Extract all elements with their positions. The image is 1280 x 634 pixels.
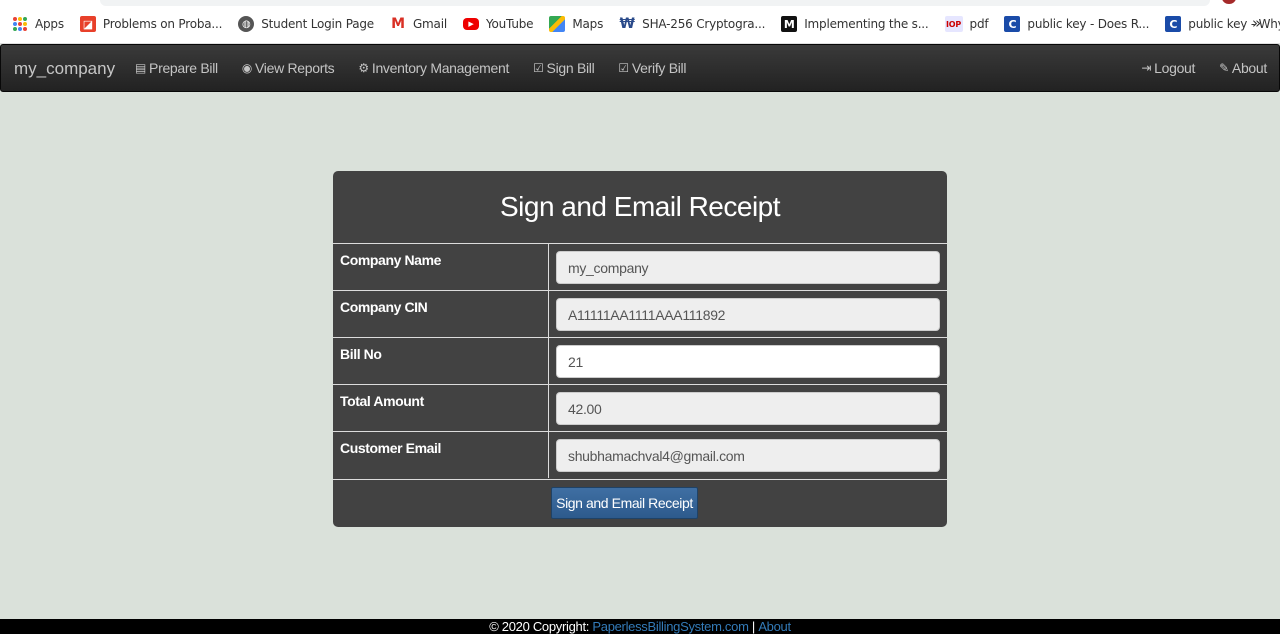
list-icon: ▤ (135, 61, 147, 75)
footer-about-link[interactable]: About (758, 619, 791, 634)
customer-email-label: Customer Email (333, 432, 549, 478)
sha-icon: ₩ (619, 16, 635, 32)
sign-receipt-form: Sign and Email Receipt Company Name my_c… (333, 171, 947, 527)
row-total-amount: Total Amount 42.00 (333, 384, 947, 431)
bookmark-label: Maps (572, 17, 604, 31)
bookmark-label: public key - Why d... (1188, 17, 1280, 31)
sign-and-email-button[interactable]: Sign and Email Receipt (551, 487, 698, 519)
nav-label: Sign Bill (546, 60, 595, 76)
bookmarks-bar: Apps ◪ Problems on Proba... ◍ Student Lo… (0, 0, 1280, 44)
maps-icon (549, 16, 566, 32)
bookmark-sha256[interactable]: ₩ SHA-256 Cryptogra... (619, 16, 766, 32)
bookmark-gmail[interactable]: M Gmail (390, 16, 447, 32)
bookmark-pdf[interactable]: IOP pdf (944, 16, 989, 32)
nav-sign-bill[interactable]: ☑ Sign Bill (521, 60, 606, 76)
nav-label: About (1231, 60, 1267, 76)
footer-separator: | (751, 619, 755, 634)
company-cin-label: Company CIN (333, 291, 549, 337)
bookmark-label: public key - Does R... (1027, 17, 1150, 31)
company-name-label: Company Name (333, 244, 549, 290)
row-company-name: Company Name my_company (333, 243, 947, 290)
row-customer-email: Customer Email shubhamachval4@gmail.com (333, 431, 947, 478)
profile-avatar[interactable] (1222, 0, 1236, 4)
row-company-cin: Company CIN A11111AA1111AAA111892 (333, 290, 947, 337)
problems-icon: ◪ (79, 16, 96, 32)
medium-icon: M (781, 16, 798, 32)
nav-view-reports[interactable]: ◉ View Reports (230, 60, 347, 76)
company-name-field[interactable]: my_company (556, 251, 940, 284)
nav-label: View Reports (254, 60, 335, 76)
bookmark-maps[interactable]: Maps (549, 16, 603, 32)
bookmark-list: Apps ◪ Problems on Proba... ◍ Student Lo… (12, 14, 1280, 34)
bookmark-label: YouTube (485, 17, 534, 31)
bookmark-label: pdf (969, 17, 989, 31)
bookmark-medium[interactable]: M Implementing the s... (781, 16, 929, 32)
nav-label: Prepare Bill (149, 60, 218, 76)
company-cin-field[interactable]: A11111AA1111AAA111892 (556, 298, 940, 331)
nav-logout[interactable]: ⇥ Logout (1129, 60, 1207, 76)
bookmark-public-key-1[interactable]: C public key - Does R... (1004, 16, 1149, 32)
eye-icon: ◉ (241, 61, 252, 75)
bill-no-field[interactable]: 21 (556, 345, 940, 378)
nav-label: Verify Bill (631, 60, 687, 76)
edit-icon: ✎ (1219, 61, 1229, 75)
check-edit-icon: ☑ (533, 61, 544, 75)
bookmark-public-key-2[interactable]: C public key - Why d... (1165, 16, 1280, 32)
bookmark-student-login[interactable]: ◍ Student Login Page (238, 16, 374, 32)
page-footer: © 2020 Copyright: PaperlessBillingSystem… (0, 619, 1280, 634)
nav-links: ▤ Prepare Bill ◉ View Reports ⚙ Inventor… (123, 45, 698, 91)
form-title: Sign and Email Receipt (499, 191, 781, 222)
iop-icon: IOP (944, 16, 963, 32)
bookmark-label: Problems on Proba... (102, 17, 223, 31)
customer-email-field[interactable]: shubhamachval4@gmail.com (556, 439, 940, 472)
bookmark-label: Gmail (412, 17, 447, 31)
brand-link[interactable]: my_company (14, 59, 115, 79)
bookmark-apps[interactable]: Apps (12, 16, 64, 32)
nav-inventory-management[interactable]: ⚙ Inventory Management (346, 60, 521, 76)
bookmark-problems[interactable]: ◪ Problems on Proba... (79, 16, 223, 32)
check-edit-icon: ☑ (618, 61, 629, 75)
apps-icon (12, 16, 28, 32)
bill-no-label: Bill No (333, 338, 549, 384)
row-bill-no: Bill No 21 (333, 337, 947, 384)
top-navbar: my_company ▤ Prepare Bill ◉ View Reports… (0, 44, 1280, 92)
bookmark-youtube[interactable]: ▶ YouTube (462, 17, 534, 31)
stackexchange-icon: C (1004, 16, 1021, 32)
globe-icon: ◍ (238, 16, 255, 32)
bookmark-label: SHA-256 Cryptogra... (642, 17, 766, 31)
youtube-icon: ▶ (462, 18, 479, 30)
nav-label: Logout (1154, 60, 1196, 76)
nav-prepare-bill[interactable]: ▤ Prepare Bill (123, 60, 230, 76)
footer-copyright: © 2020 Copyright: (489, 619, 590, 634)
bookmarks-overflow-button[interactable]: » (1252, 14, 1261, 32)
bookmark-label: Apps (35, 17, 64, 31)
bookmark-label: Implementing the s... (804, 17, 929, 31)
form-actions: Sign and Email Receipt (333, 479, 947, 527)
nav-verify-bill[interactable]: ☑ Verify Bill (606, 60, 698, 76)
gear-icon: ⚙ (358, 61, 369, 75)
nav-right-links: ⇥ Logout ✎ About (1129, 45, 1279, 91)
total-amount-field[interactable]: 42.00 (556, 392, 940, 425)
gmail-icon: M (391, 16, 405, 32)
nav-about[interactable]: ✎ About (1207, 60, 1279, 76)
logout-icon: ⇥ (1141, 61, 1152, 75)
address-bar-edge (100, 0, 1210, 6)
stackexchange-icon: C (1165, 16, 1182, 32)
footer-site-link[interactable]: PaperlessBillingSystem.com (592, 619, 749, 634)
bookmark-label: Student Login Page (261, 17, 374, 31)
total-amount-label: Total Amount (333, 385, 549, 431)
nav-label: Inventory Management (371, 60, 510, 76)
